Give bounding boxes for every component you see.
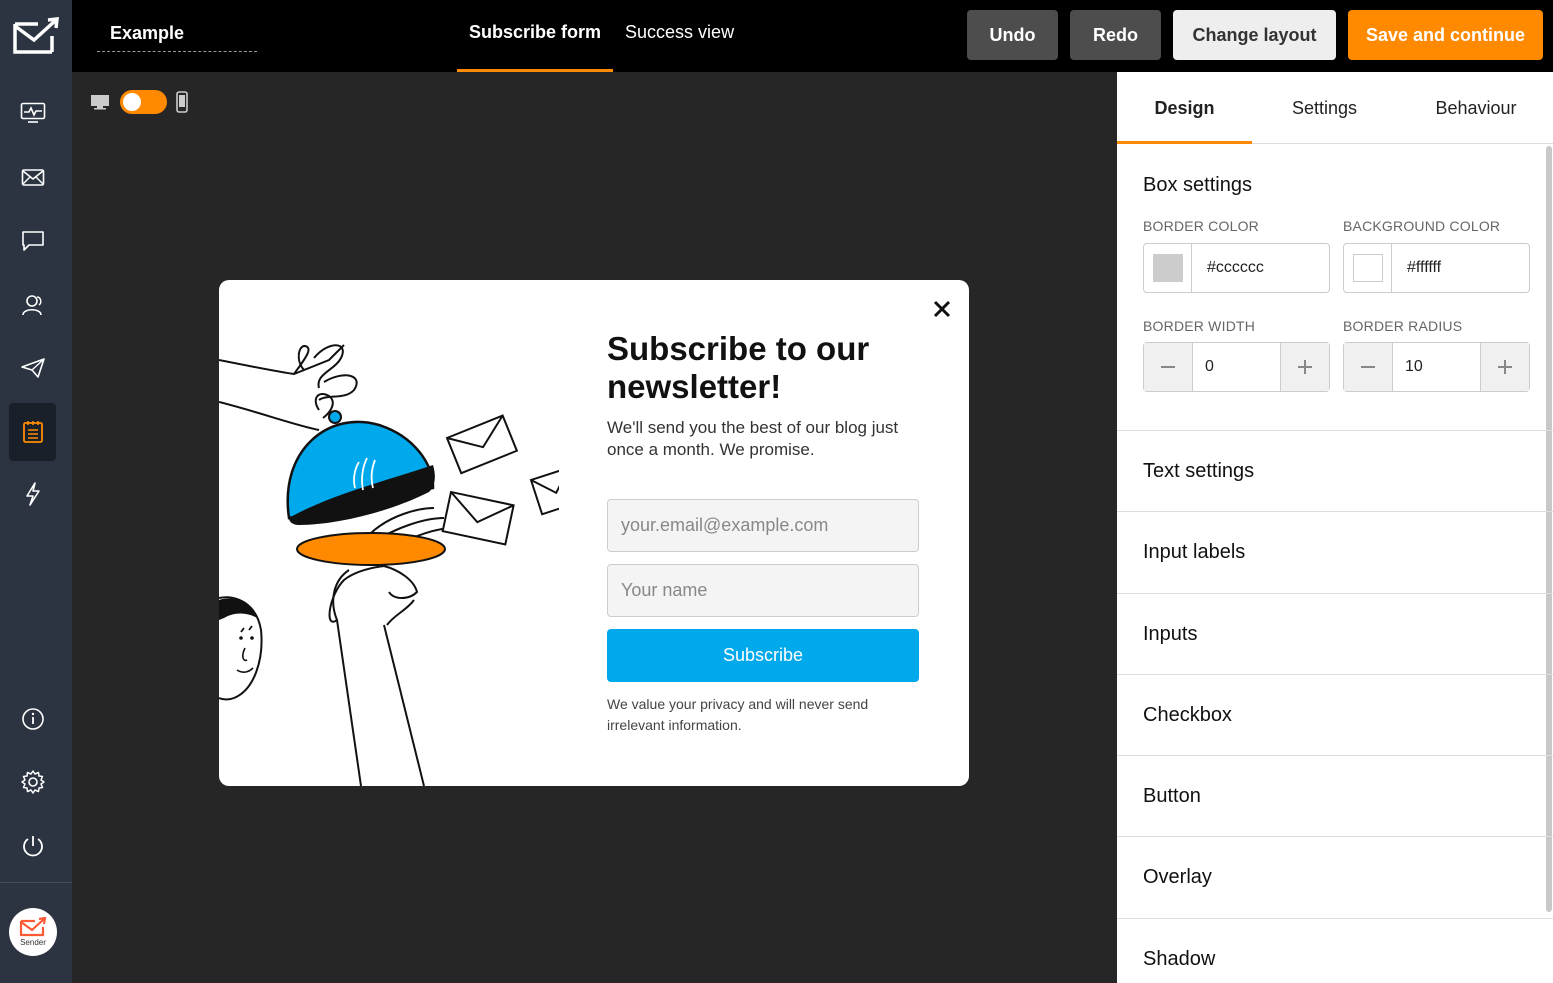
border-color-swatch [1152, 254, 1183, 282]
border-width-decrement-button[interactable] [1144, 343, 1192, 391]
plus-icon [1298, 360, 1312, 374]
section-divider [1117, 593, 1553, 594]
section-button[interactable]: Button [1143, 785, 1201, 808]
send-icon [20, 358, 45, 378]
border-width-input[interactable]: 0 [1192, 343, 1281, 391]
redo-button[interactable]: Redo [1070, 10, 1161, 60]
border-radius-stepper: 10 [1343, 342, 1530, 392]
form-name-field[interactable]: Example [97, 16, 257, 52]
newsletter-illustration [219, 344, 559, 786]
popup-title: Subscribe to our newsletter! [607, 330, 870, 405]
sidebar-divider [0, 882, 72, 883]
box-settings-title[interactable]: Box settings [1143, 174, 1252, 197]
toggle-knob [123, 93, 141, 111]
name-input[interactable] [607, 564, 919, 617]
border-color-label: BORDER COLOR [1143, 218, 1259, 234]
sidebar-item-automation[interactable] [9, 465, 56, 523]
sidebar: Sender [0, 72, 72, 983]
section-checkbox[interactable]: Checkbox [1143, 704, 1232, 727]
gear-icon [20, 770, 45, 794]
popup-description: We'll send you the best of our blog just… [607, 418, 899, 459]
sidebar-item-dashboard[interactable] [9, 84, 56, 142]
forms-icon [22, 421, 43, 443]
top-bar: Example Subscribe form Success view Undo… [0, 0, 1553, 72]
section-overlay[interactable]: Overlay [1143, 866, 1212, 889]
dashboard-icon [20, 102, 45, 123]
view-tabs: Subscribe form Success view [457, 0, 746, 72]
envelope-icon [21, 169, 44, 186]
tab-subscribe-form[interactable]: Subscribe form [457, 0, 614, 72]
tab-design[interactable]: Design [1117, 72, 1252, 144]
mobile-icon[interactable] [175, 91, 189, 113]
sender-logo-icon [19, 917, 47, 937]
section-input-labels[interactable]: Input labels [1143, 541, 1245, 564]
background-color-value[interactable]: #ffffff [1392, 244, 1529, 292]
sidebar-item-settings[interactable] [9, 753, 56, 811]
lightning-icon [25, 482, 40, 506]
save-and-continue-button[interactable]: Save and continue [1348, 10, 1543, 60]
sender-brand-label: Sender [20, 938, 46, 947]
panel-scrollbar[interactable] [1546, 146, 1552, 912]
minus-icon [1161, 366, 1175, 368]
minus-icon [1361, 366, 1375, 368]
background-color-swatch [1352, 254, 1383, 282]
border-color-field[interactable]: #cccccc [1143, 243, 1330, 293]
sidebar-item-subscribers[interactable] [9, 276, 56, 334]
tab-behaviour[interactable]: Behaviour [1417, 72, 1535, 144]
background-color-label: BACKGROUND COLOR [1343, 218, 1501, 234]
sidebar-item-info[interactable] [9, 690, 56, 748]
mail-logo-icon [13, 17, 59, 54]
section-divider [1117, 755, 1553, 756]
border-radius-label: BORDER RADIUS [1343, 318, 1463, 334]
subscribe-button[interactable]: Subscribe [607, 629, 919, 682]
section-divider [1117, 430, 1553, 431]
tab-settings[interactable]: Settings [1267, 72, 1382, 144]
background-color-swatch-box[interactable] [1344, 244, 1392, 292]
device-toggle-bar [90, 90, 189, 114]
chat-icon [21, 231, 44, 251]
border-radius-decrement-button[interactable] [1344, 343, 1392, 391]
email-input[interactable] [607, 499, 919, 552]
power-icon [22, 836, 43, 857]
sender-brand-logo[interactable]: Sender [9, 908, 57, 956]
popup-close-button[interactable] [929, 296, 955, 322]
background-color-field[interactable]: #ffffff [1343, 243, 1530, 293]
change-layout-button[interactable]: Change layout [1173, 10, 1336, 60]
plus-icon [1498, 360, 1512, 374]
undo-button[interactable]: Undo [967, 10, 1058, 60]
subscribers-icon [21, 295, 42, 316]
section-shadow[interactable]: Shadow [1143, 948, 1215, 971]
sidebar-item-chat[interactable] [9, 212, 56, 270]
subscribe-popup-preview[interactable]: Subscribe to our newsletter! We'll send … [219, 280, 969, 786]
section-divider [1117, 511, 1553, 512]
section-divider [1117, 674, 1553, 675]
settings-panel: Design Settings Behaviour Box settings B… [1117, 72, 1553, 983]
privacy-note: We value your privacy and will never sen… [607, 696, 869, 733]
border-color-swatch-box[interactable] [1144, 244, 1192, 292]
sidebar-item-logout[interactable] [9, 817, 56, 875]
border-width-label: BORDER WIDTH [1143, 318, 1256, 334]
section-divider [1117, 918, 1553, 919]
border-radius-increment-button[interactable] [1481, 343, 1529, 391]
panel-tabs: Design Settings Behaviour [1117, 72, 1553, 144]
sidebar-item-forms[interactable] [9, 403, 56, 461]
info-icon [21, 708, 44, 730]
tab-success-view[interactable]: Success view [613, 0, 746, 72]
section-text-settings[interactable]: Text settings [1143, 460, 1254, 483]
border-radius-input[interactable]: 10 [1392, 343, 1481, 391]
sidebar-item-send[interactable] [9, 339, 56, 397]
desktop-icon[interactable] [90, 93, 110, 111]
section-divider [1117, 836, 1553, 837]
sidebar-item-campaigns[interactable] [9, 149, 56, 207]
app-logo[interactable] [0, 0, 72, 72]
device-toggle-switch[interactable] [120, 90, 167, 114]
border-width-stepper: 0 [1143, 342, 1330, 392]
border-width-increment-button[interactable] [1281, 343, 1329, 391]
border-color-value[interactable]: #cccccc [1192, 244, 1329, 292]
section-inputs[interactable]: Inputs [1143, 623, 1197, 646]
close-icon [933, 300, 951, 318]
